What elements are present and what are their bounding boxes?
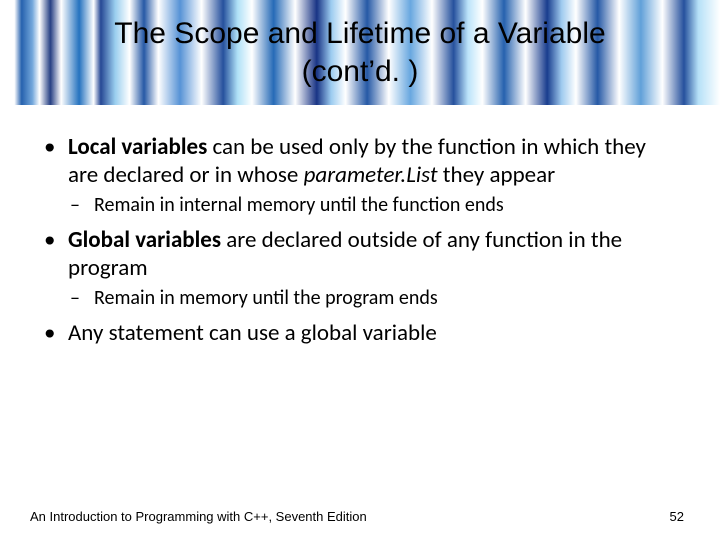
slide: The Scope and Lifetime of a Variable (co… [0, 0, 720, 540]
sub-bullet: Remain in internal memory until the func… [68, 193, 680, 218]
bold-term: Global variables [68, 226, 221, 254]
italic-term: parameter.List [304, 161, 438, 189]
footer-citation: An Introduction to Programming with C++,… [30, 509, 367, 524]
bullet-any-statement: Any statement can use a global variable [40, 319, 680, 347]
slide-body: Local variables can be used only by the … [0, 105, 720, 347]
page-number: 52 [670, 509, 684, 524]
title-line-2: (cont’d. ) [302, 55, 419, 88]
title-band: The Scope and Lifetime of a Variable (co… [0, 0, 720, 105]
bullet-text: Any statement can use a global variable [68, 319, 437, 347]
bold-term: Local variables [68, 133, 207, 161]
bullet-global-variables: Global variables are declared outside of… [40, 226, 680, 311]
slide-footer: An Introduction to Programming with C++,… [0, 509, 720, 524]
slide-title: The Scope and Lifetime of a Variable (co… [74, 15, 645, 90]
title-line-1: The Scope and Lifetime of a Variable [114, 17, 605, 50]
bullet-text-cont: they appear [438, 161, 556, 189]
bullet-local-variables: Local variables can be used only by the … [40, 133, 680, 218]
sub-bullet: Remain in memory until the program ends [68, 286, 680, 311]
